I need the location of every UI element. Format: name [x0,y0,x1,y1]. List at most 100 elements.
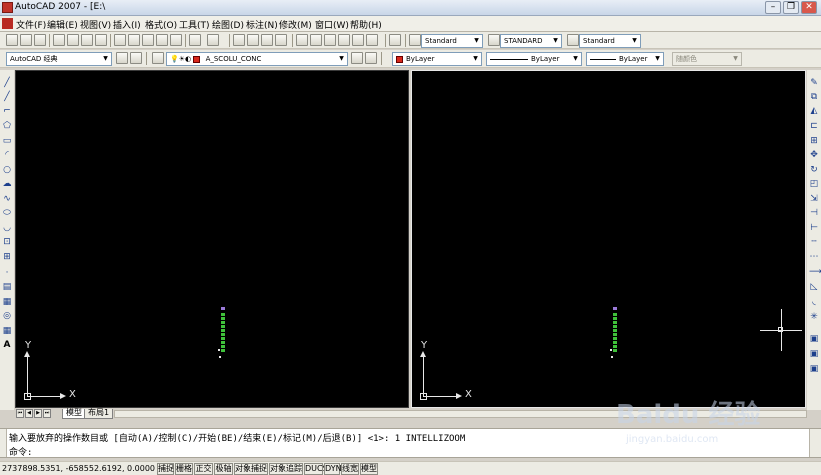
dyn-toggle[interactable]: DYN [324,463,342,475]
menu-draw[interactable]: 绘图(D) [212,18,244,31]
prev-tab-button[interactable]: ◀ [25,409,33,418]
publish-icon[interactable] [81,34,93,46]
command-window-grip[interactable] [0,429,7,457]
close-button[interactable]: ✕ [801,1,817,14]
menu-view[interactable]: 视图(V) [80,18,111,31]
horizontal-scrollbar[interactable] [114,410,807,418]
ortho-toggle[interactable]: 正交 [194,463,213,475]
plot-preview-icon[interactable] [67,34,79,46]
sheet-set-icon[interactable] [338,34,350,46]
snap-toggle[interactable]: 捕捉 [157,463,174,475]
design-center-icon[interactable] [310,34,322,46]
drawing-object[interactable] [218,307,228,359]
restore-button[interactable]: ❐ [783,1,799,14]
menu-help[interactable]: 帮助(H) [350,18,382,31]
rectangle-icon[interactable]: ▭ [2,136,12,146]
save-icon[interactable] [34,34,46,46]
first-tab-button[interactable]: ⏮ [16,409,24,418]
markup-icon[interactable] [352,34,364,46]
cut-icon[interactable] [114,34,126,46]
circle-icon[interactable]: ○ [2,165,12,175]
save-workspace-icon[interactable] [130,52,142,64]
otrack-toggle[interactable]: 对象追踪 [269,463,303,475]
menu-file[interactable]: 文件(F) [16,18,46,31]
polar-toggle[interactable]: 极轴 [214,463,233,475]
last-tab-button[interactable]: ⏭ [43,409,51,418]
open-file-icon[interactable] [20,34,32,46]
undo-icon[interactable] [189,34,201,46]
bring-front-icon[interactable]: ▣ [809,349,819,359]
zoom-realtime-icon[interactable] [247,34,259,46]
menu-modify[interactable]: 修改(M) [279,18,312,31]
mirror-icon[interactable]: ◭ [809,106,819,116]
table-style-select[interactable]: Standard ▼ [579,34,641,48]
ducs-toggle[interactable]: DUCS [304,463,328,475]
draw-order-icon[interactable]: ▣ [809,334,819,344]
command-prompt[interactable]: 命令: [9,445,32,458]
coordinate-readout[interactable]: 2737898.5351, -658552.6192, 0.0000 [2,464,155,473]
text-style-icon[interactable] [409,34,421,46]
menu-format[interactable]: 格式(O) [145,18,177,31]
arc-icon[interactable]: ◜ [2,150,12,160]
dim-style-icon[interactable] [488,34,500,46]
make-block-icon[interactable]: ⊞ [2,252,12,262]
menu-dimension[interactable]: 标注(N) [246,18,278,31]
polyline-icon[interactable]: ⌐ [2,106,12,116]
ellipse-icon[interactable]: ⬭ [2,208,12,218]
stretch-icon[interactable]: ⇲ [809,194,819,204]
viewport-right-active[interactable]: Y X [411,70,806,408]
redo-icon[interactable] [207,34,219,46]
chamfer-icon[interactable]: ◺ [809,282,819,292]
tool-palettes-icon[interactable] [324,34,336,46]
line-icon[interactable]: ╱ [2,78,12,88]
offset-icon[interactable]: ⊏ [809,121,819,131]
extend-icon[interactable]: ⊢ [809,223,819,233]
block-editor-icon[interactable] [170,34,182,46]
hatch-icon[interactable]: ▤ [2,282,12,292]
table-style-icon[interactable] [567,34,579,46]
plot-icon[interactable] [53,34,65,46]
tab-model[interactable]: 模型 [62,409,86,419]
ellipse-arc-icon[interactable]: ◡ [2,223,12,233]
menu-edit[interactable]: 编辑(E) [47,18,78,31]
drawing-object[interactable] [610,307,620,359]
menu-tools[interactable]: 工具(T) [179,18,210,31]
multiline-text-icon[interactable]: A [2,340,12,350]
help-icon[interactable] [389,34,401,46]
explode-icon[interactable]: ✳ [809,312,819,322]
join-icon[interactable]: ⟶ [809,267,821,277]
region-icon[interactable]: ◎ [2,311,12,321]
linetype-select[interactable]: ByLayer ▼ [486,52,582,66]
send-back-icon[interactable]: ▣ [809,364,819,374]
point-icon[interactable]: · [2,268,12,278]
grid-toggle[interactable]: 栅格 [175,463,193,475]
make-current-layer-icon[interactable] [351,52,363,64]
rotate-icon[interactable]: ↻ [809,165,819,175]
layer-select[interactable]: 💡☀◐ A_SCOLU_CONC ▼ [166,52,348,66]
scale-icon[interactable]: ◰ [809,179,819,189]
model-space-toggle[interactable]: 模型 [360,463,378,475]
viewport-left[interactable]: Y X [15,70,409,408]
pan-icon[interactable] [233,34,245,46]
break-icon[interactable]: ⋯ [809,252,819,262]
dim-style-select[interactable]: STANDARD ▼ [500,34,562,48]
layer-manager-icon[interactable] [152,52,164,64]
command-scrollbar[interactable] [809,429,821,457]
zoom-window-icon[interactable] [261,34,273,46]
properties-icon[interactable] [296,34,308,46]
copy-icon[interactable] [128,34,140,46]
text-style-select[interactable]: Standard ▼ [421,34,483,48]
trim-icon[interactable]: ⊣ [809,208,819,218]
3d-dwf-icon[interactable] [95,34,107,46]
gradient-icon[interactable]: ▦ [2,297,12,307]
calculator-icon[interactable] [366,34,378,46]
match-properties-icon[interactable] [156,34,168,46]
break-at-point-icon[interactable]: ╌ [809,237,819,247]
layer-previous-icon[interactable] [365,52,377,64]
next-tab-button[interactable]: ▶ [34,409,42,418]
zoom-previous-icon[interactable] [275,34,287,46]
construction-line-icon[interactable]: ╱ [2,92,12,102]
lineweight-select[interactable]: ByLayer ▼ [586,52,664,66]
move-icon[interactable]: ✥ [809,150,819,160]
osnap-toggle[interactable]: 对象捕捉 [234,463,268,475]
